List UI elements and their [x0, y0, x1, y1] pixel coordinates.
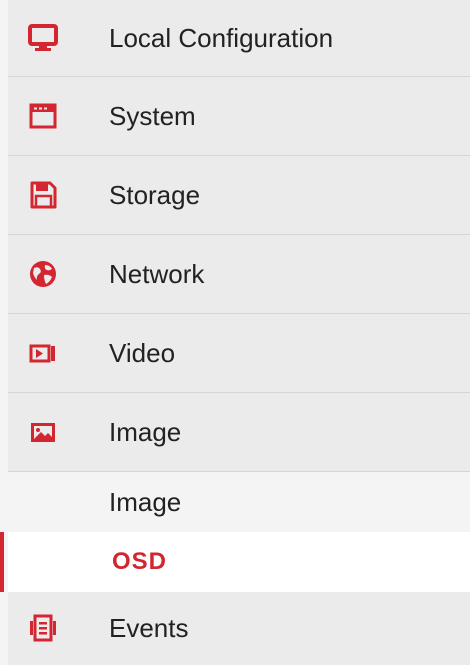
submenu-item-image[interactable]: Image: [8, 472, 470, 532]
monitor-icon: [28, 23, 58, 53]
sidebar-item-label: Events: [109, 612, 189, 643]
settings-sidebar: Local Configuration System Storage Netwo…: [0, 0, 470, 665]
sidebar-item-image[interactable]: Image: [8, 393, 470, 472]
submenu-item-label: OSD: [112, 548, 168, 575]
sidebar-item-network[interactable]: Network: [8, 235, 470, 314]
submenu-item-osd[interactable]: OSD: [0, 532, 470, 592]
system-window-icon: [28, 101, 58, 131]
sidebar-item-label: System: [109, 100, 196, 131]
floppy-disk-icon: [28, 180, 58, 210]
sidebar-item-video[interactable]: Video: [8, 314, 470, 393]
sidebar-item-system[interactable]: System: [8, 77, 470, 156]
sidebar-item-events[interactable]: Events: [8, 592, 470, 664]
sidebar-item-storage[interactable]: Storage: [8, 156, 470, 235]
active-indicator: [0, 532, 4, 592]
picture-icon: [28, 417, 58, 447]
sidebar-item-label: Image: [109, 416, 182, 447]
sidebar-item-local-configuration[interactable]: Local Configuration: [8, 0, 470, 77]
events-list-icon: [28, 613, 58, 643]
globe-icon: [28, 259, 58, 289]
submenu-item-label: Image: [109, 486, 182, 517]
sidebar-item-label: Storage: [109, 179, 201, 210]
sidebar-item-label: Video: [109, 337, 176, 368]
sidebar-item-label: Local Configuration: [109, 22, 334, 53]
sidebar-item-label: Network: [109, 258, 205, 289]
video-camera-icon: [28, 338, 58, 368]
